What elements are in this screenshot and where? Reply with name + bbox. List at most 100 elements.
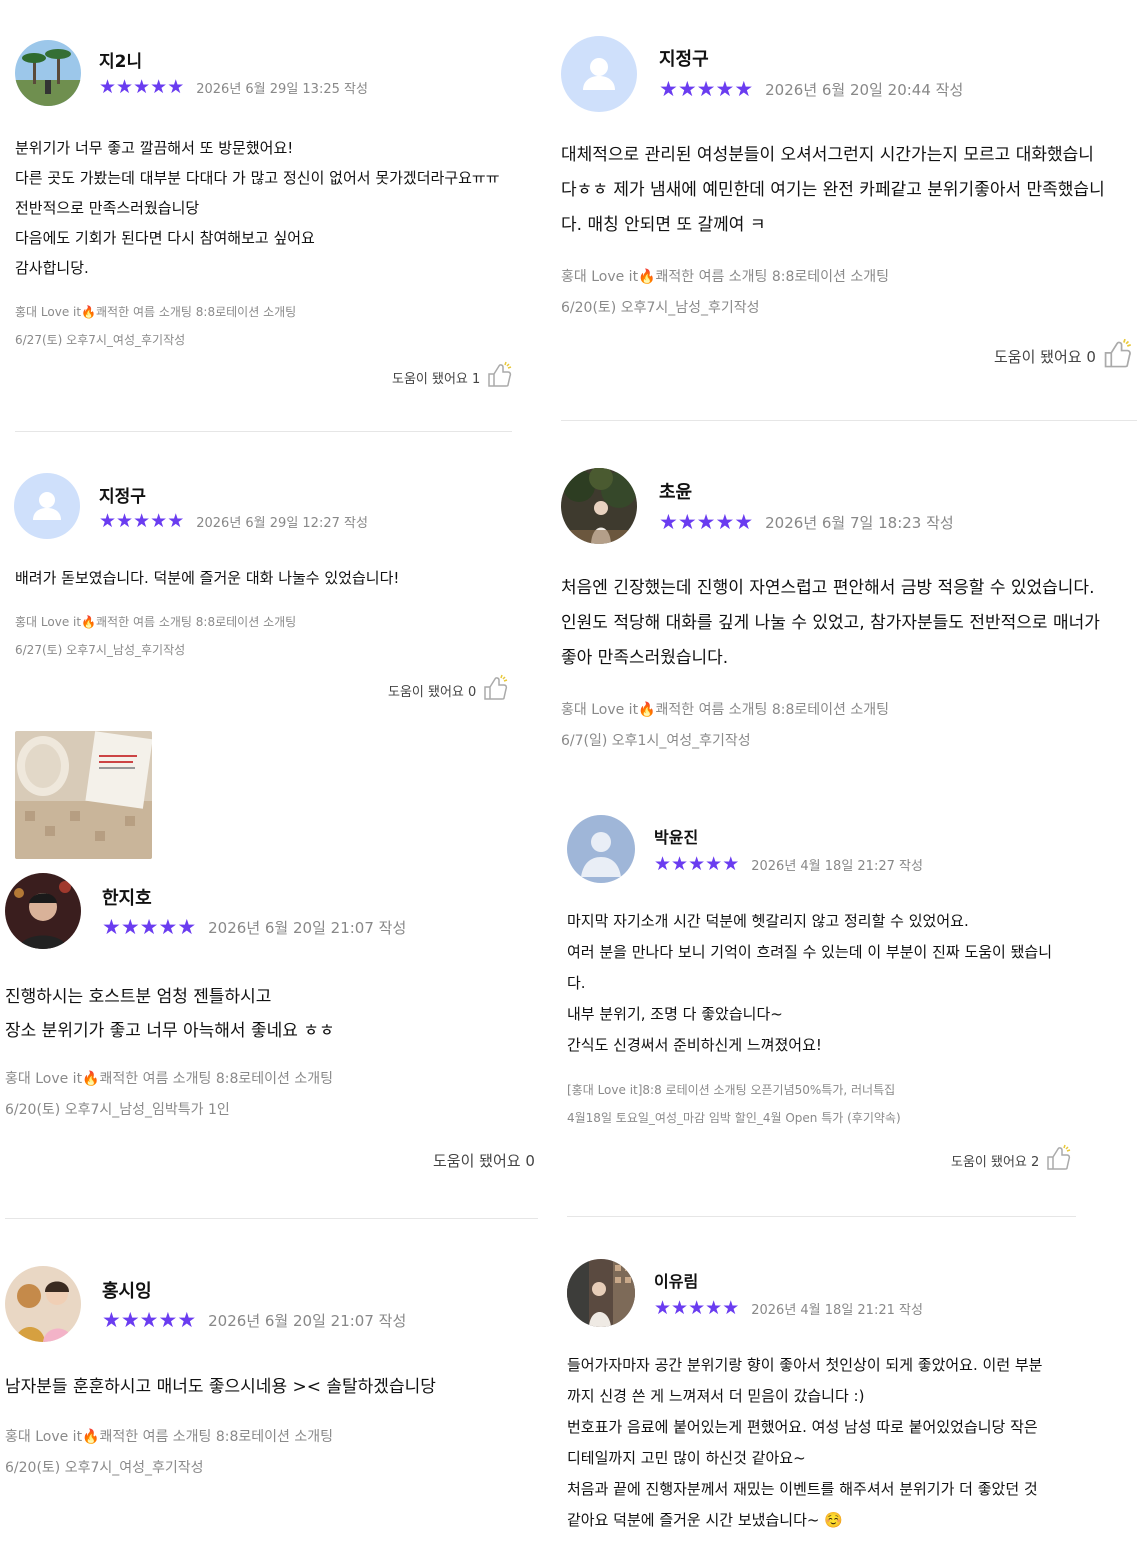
star-icon: ★ — [177, 915, 197, 939]
event-name[interactable]: [홍대 Love it]8:8 로테이션 소개팅 오픈기념50%특가, 러너특집 — [567, 1076, 901, 1104]
event-name[interactable]: 홍대 Love it🔥쾌적한 여름 소개팅 8:8로테이션 소개팅 — [15, 608, 296, 636]
star-icon: ★ — [734, 510, 754, 534]
star-icon: ★ — [150, 76, 168, 98]
review-line: 처음엔 긴장했는데 진행이 자연스럽고 편안해서 금방 적응할 수 있었습니다. — [561, 578, 1095, 598]
avatar[interactable] — [14, 473, 80, 539]
event-prefix: 홍대 Love it — [15, 615, 82, 629]
review-line: 진행하시는 호스트분 엄청 젠틀하시고 — [5, 987, 272, 1007]
star-icon: ★ — [654, 853, 672, 875]
thumbs-up-icon — [482, 674, 508, 706]
review-line: 남자분들 훈훈하시고 매너도 좋으시네용 >< 솔탈하겠습니당 — [5, 1377, 436, 1397]
helpful-button[interactable]: 도움이 됐어요 2 — [951, 1144, 1071, 1176]
rating-row: ★ ★ ★ ★ ★ 2026년 4월 18일 21:21 작성 — [654, 1299, 923, 1319]
star-icon: ★ — [715, 510, 735, 534]
star-rating: ★ ★ ★ ★ ★ — [659, 512, 753, 533]
star-rating: ★ ★ ★ ★ ★ — [654, 1299, 739, 1318]
review-body: 분위기가 너무 좋고 깔끔해서 또 방문했어요! 다른 곳도 가봤는데 대부분 … — [15, 133, 500, 283]
helpful-button[interactable]: 도움이 됐어요 1 — [392, 361, 512, 393]
avatar-photo — [5, 1266, 81, 1342]
avatar-photo — [5, 873, 81, 949]
event-meta: 홍대 Love it🔥쾌적한 여름 소개팅 8:8로테이션 소개팅 6/7(일)… — [561, 695, 889, 757]
rating-row: ★ ★ ★ ★ ★ 2026년 6월 7일 18:23 작성 — [659, 512, 954, 533]
star-icon: ★ — [671, 853, 689, 875]
avatar-photo — [567, 1259, 635, 1327]
review-line: 다른 곳도 가봤는데 대부분 다대다 가 많고 정신이 없어서 못가겠더라구요ㅠ… — [15, 169, 500, 187]
review-line: 번호표가 음료에 붙어있는게 편했어요. 여성 남성 따로 붙어있었습니당 작은 — [567, 1418, 1038, 1436]
review-line: 까지 신경 쓴 게 느껴져서 더 믿음이 갔습니다 :) — [567, 1387, 865, 1405]
star-icon: ★ — [659, 77, 678, 101]
divider — [567, 1216, 1076, 1217]
fire-emoji-icon: 🔥 — [638, 702, 656, 718]
avatar-photo — [561, 468, 637, 544]
avatar[interactable] — [567, 815, 635, 883]
avatar[interactable] — [5, 873, 81, 949]
review-date: 2026년 4월 18일 21:21 작성 — [751, 1303, 923, 1318]
event-name[interactable]: 홍대 Love it🔥쾌적한 여름 소개팅 8:8로테이션 소개팅 — [561, 262, 889, 293]
review-line: 대체적으로 관리된 여성분들이 오셔서그런지 시간가는지 모르고 대화했습니 — [561, 145, 1094, 165]
event-name[interactable]: 홍대 Love it🔥쾌적한 여름 소개팅 8:8로테이션 소개팅 — [5, 1422, 333, 1453]
star-icon: ★ — [116, 76, 134, 98]
helpful-label: 도움이 됐어요 0 — [388, 684, 477, 700]
event-name[interactable]: 홍대 Love it🔥쾌적한 여름 소개팅 8:8로테이션 소개팅 — [15, 298, 296, 326]
review-date: 2026년 6월 29일 13:25 작성 — [196, 82, 368, 97]
star-icon: ★ — [102, 915, 121, 939]
helpful-button[interactable]: 도움이 됐어요 0 — [433, 1150, 535, 1171]
review-body: 마지막 자기소개 시간 덕분에 헷갈리지 않고 정리할 수 있었어요. 여러 분… — [567, 906, 1052, 1061]
star-rating: ★ ★ ★ ★ ★ — [102, 917, 196, 938]
review-line: 감사합니당. — [15, 259, 89, 277]
review-date: 2026년 6월 20일 21:07 작성 — [208, 919, 407, 937]
reviewer-name: 지정구 — [99, 487, 146, 507]
star-icon: ★ — [167, 76, 185, 98]
avatar[interactable] — [15, 40, 81, 106]
event-name[interactable]: 홍대 Love it🔥쾌적한 여름 소개팅 8:8로테이션 소개팅 — [561, 695, 889, 726]
rating-row: ★ ★ ★ ★ ★ 2026년 4월 18일 21:27 작성 — [654, 855, 923, 875]
avatar[interactable] — [561, 468, 637, 544]
star-icon: ★ — [139, 1308, 159, 1332]
fire-emoji-icon: 🔥 — [81, 615, 97, 629]
review-line: 배려가 돋보였습니다. 덕분에 즐거운 대화 나눌수 있었습니다! — [15, 569, 400, 587]
fire-emoji-icon: 🔥 — [81, 305, 97, 319]
star-rating: ★ ★ ★ ★ ★ — [654, 855, 739, 874]
avatar[interactable] — [5, 1266, 81, 1342]
review-date: 2026년 6월 7일 18:23 작성 — [765, 514, 954, 532]
star-icon: ★ — [133, 510, 151, 532]
event-name[interactable]: 홍대 Love it🔥쾌적한 여름 소개팅 8:8로테이션 소개팅 — [5, 1064, 333, 1095]
review-photo[interactable] — [15, 731, 152, 859]
session-info: 6/7(일) 오후1시_여성_후기작성 — [561, 733, 751, 749]
star-rating: ★ ★ ★ ★ ★ — [102, 1310, 196, 1331]
star-icon: ★ — [654, 1297, 672, 1319]
event-suffix: 쾌적한 여름 소개팅 8:8로테이션 소개팅 — [99, 1429, 334, 1445]
reviewer-name: 지2니 — [99, 52, 143, 72]
session-info: 4월18일 토요일_여성_마감 임박 할인_4월 Open 특가 (후기약속) — [567, 1111, 901, 1125]
star-icon: ★ — [133, 76, 151, 98]
star-icon: ★ — [696, 77, 716, 101]
reviewer-name: 한지호 — [102, 888, 152, 909]
event-meta: 홍대 Love it🔥쾌적한 여름 소개팅 8:8로테이션 소개팅 6/27(토… — [15, 298, 296, 354]
event-prefix: 홍대 Love it — [561, 269, 639, 285]
event-prefix: 홍대 Love it — [561, 702, 639, 718]
review-line: 마지막 자기소개 시간 덕분에 헷갈리지 않고 정리할 수 있었어요. — [567, 912, 969, 930]
event-meta: 홍대 Love it🔥쾌적한 여름 소개팅 8:8로테이션 소개팅 6/20(토… — [561, 262, 889, 324]
event-suffix: 쾌적한 여름 소개팅 8:8로테이션 소개팅 — [96, 615, 297, 629]
user-placeholder-icon — [33, 492, 61, 520]
helpful-button[interactable]: 도움이 됐어요 0 — [994, 338, 1132, 374]
event-meta: 홍대 Love it🔥쾌적한 여름 소개팅 8:8로테이션 소개팅 6/27(토… — [15, 608, 296, 664]
rating-row: ★ ★ ★ ★ ★ 2026년 6월 20일 20:44 작성 — [659, 79, 963, 100]
event-suffix: 쾌적한 여름 소개팅 8:8로테이션 소개팅 — [655, 702, 890, 718]
divider — [561, 420, 1137, 421]
thumbs-up-icon — [1045, 1144, 1071, 1176]
star-icon: ★ — [120, 1308, 140, 1332]
helpful-button[interactable]: 도움이 됐어요 0 — [388, 674, 508, 706]
star-icon: ★ — [102, 1308, 121, 1332]
star-icon: ★ — [671, 1297, 689, 1319]
review-line: 다. 매칭 안되면 또 갈께여 ㅋ — [561, 215, 766, 235]
review-line: 다음에도 기회가 된다면 다시 참여해보고 싶어요 — [15, 229, 315, 247]
rating-row: ★ ★ ★ ★ ★ 2026년 6월 29일 12:27 작성 — [99, 510, 368, 532]
star-icon: ★ — [120, 915, 140, 939]
star-icon: ★ — [688, 853, 706, 875]
star-icon: ★ — [116, 510, 134, 532]
review-date: 2026년 6월 20일 21:07 작성 — [208, 1312, 407, 1330]
avatar[interactable] — [567, 1259, 635, 1327]
review-line: 장소 분위기가 좋고 너무 아늑해서 좋네요 ㅎㅎ — [5, 1021, 335, 1041]
avatar[interactable] — [561, 36, 637, 112]
